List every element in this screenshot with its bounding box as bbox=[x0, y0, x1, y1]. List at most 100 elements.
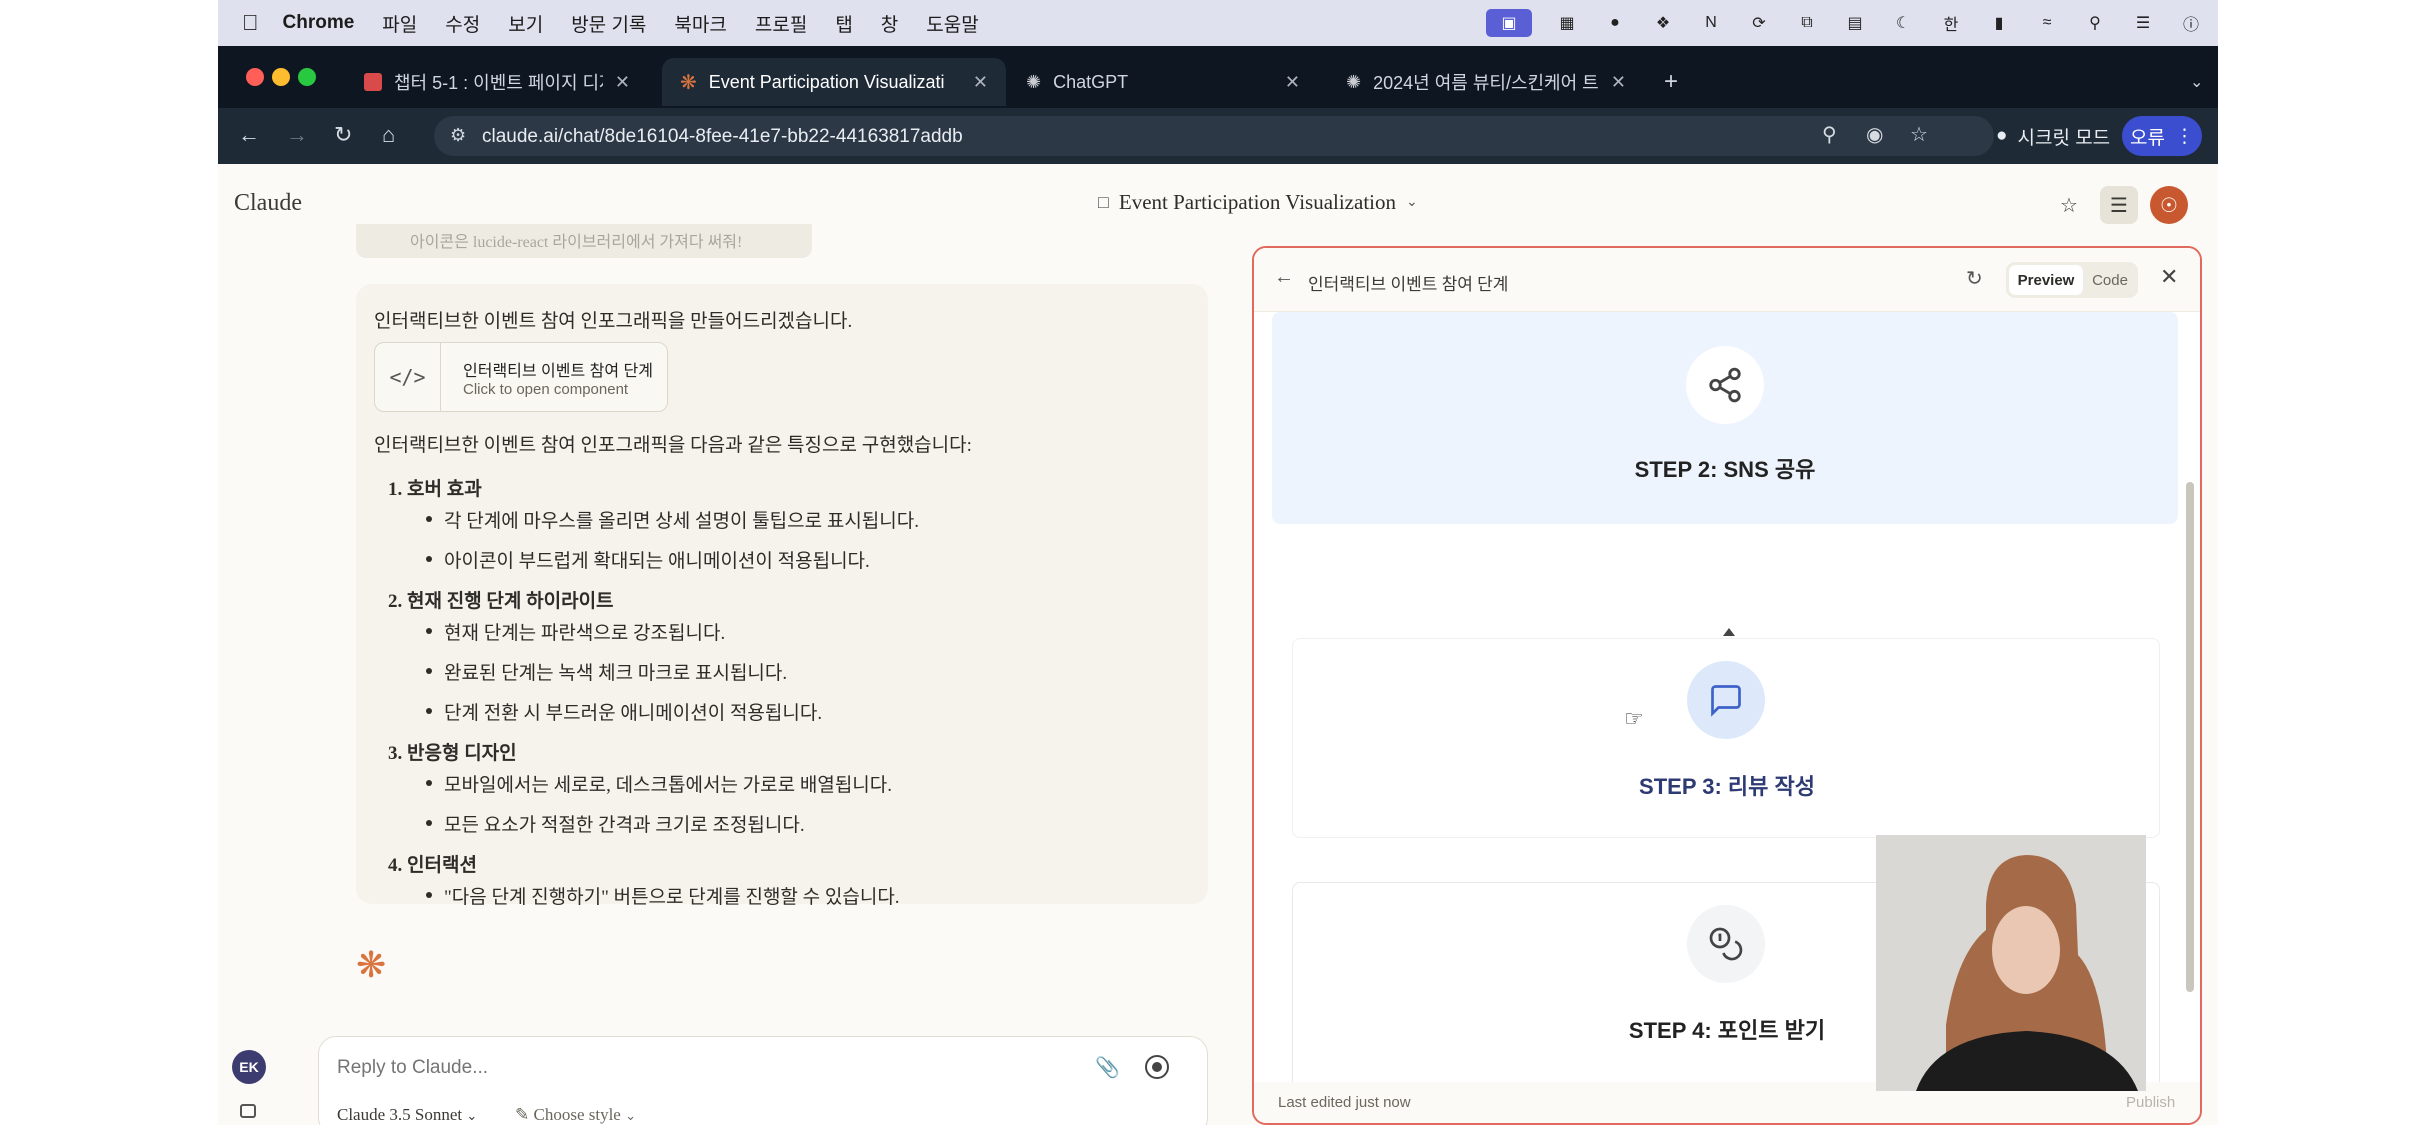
style-selector[interactable]: ✎ Choose style ⌄ bbox=[515, 1105, 636, 1125]
menu-profiles[interactable]: 프로필 bbox=[755, 10, 807, 37]
bracket-icon[interactable]: ⧉ bbox=[1794, 12, 1820, 34]
claude-spark-icon: ❋ bbox=[356, 944, 387, 985]
artifact-panel-header: ← 인터랙티브 이벤트 참여 단계 ↻ Preview Code ✕ bbox=[1254, 248, 2200, 312]
menu-history[interactable]: 방문 기록 bbox=[571, 10, 646, 37]
tab-close-icon[interactable]: ✕ bbox=[615, 72, 630, 93]
menu-file[interactable]: 파일 bbox=[382, 10, 417, 37]
voice-input-icon[interactable] bbox=[1145, 1055, 1169, 1079]
window-close-icon[interactable] bbox=[246, 68, 264, 86]
assistant-intro: 인터랙티브한 이벤트 참여 인포그래픽을 만들어드리겠습니다. bbox=[374, 311, 853, 332]
profile-error-button[interactable]: 오류 ⋮ bbox=[2122, 116, 2202, 156]
step-card-hover[interactable]: STEP 3: 리뷰 작성 bbox=[1292, 638, 2160, 838]
user-avatar[interactable]: EK bbox=[232, 1050, 266, 1084]
input-source-icon[interactable]: 한 bbox=[1938, 12, 1964, 34]
menu-tab[interactable]: 탭 bbox=[835, 10, 852, 37]
notion-icon[interactable]: N bbox=[1698, 12, 1724, 34]
style-label: Choose style bbox=[533, 1105, 621, 1124]
star-icon[interactable]: ☆ bbox=[2050, 186, 2088, 224]
tab-event-visualization[interactable]: ❋ Event Participation Visualizati ✕ bbox=[662, 58, 1006, 106]
apple-menu-icon[interactable]:  bbox=[242, 10, 259, 36]
tab-close-icon[interactable]: ✕ bbox=[1611, 72, 1626, 93]
bullet-dot bbox=[426, 668, 432, 674]
paperclip-icon[interactable]: 📎 bbox=[1095, 1055, 1120, 1080]
assistant-summary: 인터랙티브한 이벤트 참여 인포그래픽을 다음과 같은 특징으로 구현했습니다: bbox=[374, 435, 972, 456]
artifact-panel-title: 인터랙티브 이벤트 참여 단계 bbox=[1308, 275, 1509, 294]
section-heading: 1. 호버 효과 bbox=[388, 479, 482, 500]
menu-edit[interactable]: 수정 bbox=[445, 10, 480, 37]
menu-help[interactable]: 도움말 bbox=[926, 10, 978, 37]
kebab-menu-icon: ⋮ bbox=[2174, 125, 2194, 147]
tab-chapter[interactable]: 챕터 5-1 : 이벤트 페이지 디자인 기 ✕ bbox=[346, 58, 648, 106]
record-icon[interactable]: ● bbox=[1602, 12, 1628, 34]
list-item: 완료된 단계는 녹색 체크 마크로 표시됩니다. bbox=[444, 663, 788, 684]
address-bar[interactable]: ⚙ claude.ai/chat/8de16104-8fee-41e7-bb22… bbox=[434, 116, 1994, 156]
tab-chatgpt[interactable]: ✺ ChatGPT ✕ bbox=[1008, 58, 1318, 106]
section-heading: 3. 반응형 디자인 bbox=[388, 743, 517, 764]
bullet-dot bbox=[426, 516, 432, 522]
window-zoom-icon[interactable] bbox=[298, 68, 316, 86]
refresh-icon[interactable]: ↻ bbox=[1966, 266, 1983, 291]
tab-title: 챕터 5-1 : 이벤트 페이지 디자인 기 bbox=[394, 73, 603, 93]
artifact-title: 인터랙티브 이벤트 참여 단계 bbox=[463, 363, 653, 380]
incognito-indicator[interactable]: ● 시크릿 모드 bbox=[1978, 116, 2128, 156]
code-tab[interactable]: Code bbox=[2084, 265, 2136, 295]
bullet-dot bbox=[426, 556, 432, 562]
browser-toolbar: ← → ↻ ⌂ ⚙ claude.ai/chat/8de16104-8fee-4… bbox=[218, 108, 2218, 164]
menu-app-name[interactable]: Chrome bbox=[283, 12, 355, 34]
list-item: 모바일에서는 세로로, 데스크톱에서는 가로로 배열됩니다. bbox=[444, 775, 893, 796]
battery-icon[interactable]: ▮ bbox=[1986, 12, 2012, 34]
app-grid-icon[interactable]: ▦ bbox=[1554, 12, 1580, 34]
chevron-down-icon: ⌄ bbox=[625, 1108, 637, 1123]
tab-close-icon[interactable]: ✕ bbox=[1285, 72, 1300, 93]
forward-arrow-icon[interactable]: → bbox=[286, 122, 308, 148]
reply-input[interactable] bbox=[337, 1057, 1037, 1079]
previous-user-message: 아이콘은 lucide-react 라이브러리에서 가져다 써줘! bbox=[356, 224, 812, 258]
back-arrow-icon[interactable]: ← bbox=[238, 122, 260, 148]
control-center-icon[interactable]: ☰ bbox=[2130, 12, 2156, 34]
new-tab-button[interactable]: + bbox=[1646, 58, 1706, 106]
letterbox-left bbox=[0, 0, 218, 1125]
menu-bookmarks[interactable]: 북마크 bbox=[674, 10, 726, 37]
sliders-icon[interactable]: ☰ bbox=[2100, 186, 2138, 224]
step-card-current[interactable]: STEP 2: SNS 공유 bbox=[1272, 312, 2178, 524]
site-settings-icon[interactable]: ⚙ bbox=[450, 125, 466, 146]
bullet-dot bbox=[426, 820, 432, 826]
tab-close-icon[interactable]: ✕ bbox=[973, 72, 988, 93]
home-icon[interactable]: ⌂ bbox=[382, 122, 395, 148]
window-minimize-icon[interactable] bbox=[272, 68, 290, 86]
list-item: 현재 단계는 파란색으로 강조됩니다. bbox=[444, 623, 726, 644]
bookmark-star-icon[interactable]: ☆ bbox=[1910, 122, 1928, 147]
info-icon[interactable]: ⓘ bbox=[2178, 12, 2204, 34]
sidebar-toggle-icon[interactable] bbox=[240, 1104, 256, 1118]
chat-title-dropdown[interactable]: □ Event Participation Visualization ⌄ bbox=[1098, 190, 1418, 215]
menu-view[interactable]: 보기 bbox=[508, 10, 543, 37]
list-item: 모든 요소가 적절한 간격과 크기로 조정됩니다. bbox=[444, 815, 805, 836]
reload-icon[interactable]: ↻ bbox=[334, 122, 352, 148]
section-heading: 2. 현재 진행 단계 하이라이트 bbox=[388, 591, 614, 612]
account-icon[interactable]: ☉ bbox=[2150, 186, 2188, 224]
eye-off-icon[interactable]: ◉ bbox=[1866, 122, 1883, 147]
briefcase-icon[interactable]: ▤ bbox=[1842, 12, 1868, 34]
screen-share-icon[interactable]: ▣ bbox=[1486, 9, 1532, 37]
preview-scrollbar[interactable] bbox=[2186, 482, 2194, 992]
zoom-icon[interactable]: ⚲ bbox=[1822, 122, 1837, 147]
section-heading: 4. 인터랙션 bbox=[388, 855, 477, 876]
webcam-overlay bbox=[1876, 835, 2146, 1091]
error-label: 오류 bbox=[2130, 127, 2165, 149]
close-icon[interactable]: ✕ bbox=[2160, 264, 2178, 290]
publish-button[interactable]: Publish bbox=[2126, 1094, 2175, 1111]
sync-icon[interactable]: ⟳ bbox=[1746, 12, 1772, 34]
globe-favicon-icon: ✺ bbox=[1346, 71, 1362, 92]
dropbox-icon[interactable]: ❖ bbox=[1650, 12, 1676, 34]
moon-icon[interactable]: ☾ bbox=[1890, 12, 1916, 34]
search-icon[interactable]: ⚲ bbox=[2082, 12, 2108, 34]
claude-logo[interactable]: Claude bbox=[234, 190, 302, 217]
preview-tab[interactable]: Preview bbox=[2009, 265, 2083, 295]
tab-search-chevron-icon[interactable]: ⌄ bbox=[2172, 58, 2218, 106]
model-selector[interactable]: Claude 3.5 Sonnet ⌄ bbox=[337, 1105, 477, 1125]
artifact-card[interactable]: </> 인터랙티브 이벤트 참여 단계 Click to open compon… bbox=[374, 342, 668, 412]
menu-window[interactable]: 창 bbox=[881, 10, 898, 37]
wifi-icon[interactable]: ≈ bbox=[2034, 12, 2060, 34]
tab-beauty-trend[interactable]: ✺ 2024년 여름 뷰티/스킨케어 트렌드 ✕ bbox=[1328, 58, 1644, 106]
back-arrow-icon[interactable]: ← bbox=[1274, 266, 1294, 289]
